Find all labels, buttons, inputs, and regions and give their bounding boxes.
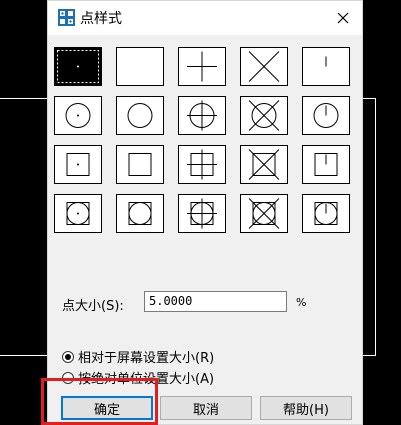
background-line <box>0 355 47 356</box>
point-style-circle-plus[interactable] <box>178 96 226 135</box>
point-size-unit: % <box>296 296 307 309</box>
point-style-dot[interactable] <box>54 47 102 86</box>
point-style-dialog: 点样式 点大小(S): 5.0000 % 相对于屏幕设置大小(R) 按绝对单位设… <box>47 0 363 425</box>
point-style-circle-square[interactable] <box>116 194 164 233</box>
point-style-square-plus[interactable] <box>178 145 226 184</box>
point-style-icon <box>187 100 217 131</box>
point-style-icon <box>128 202 152 225</box>
point-style-icon <box>314 202 338 225</box>
point-style-icon <box>187 198 217 229</box>
close-button[interactable] <box>330 5 356 31</box>
point-style-tick[interactable] <box>302 47 350 86</box>
point-style-none[interactable] <box>116 47 164 86</box>
point-style-icon <box>128 153 152 176</box>
point-style-circle-square-tick[interactable] <box>302 194 350 233</box>
point-style-icon <box>248 198 280 229</box>
radio-absolute-size-indicator[interactable] <box>62 371 74 384</box>
point-style-x[interactable] <box>240 47 288 86</box>
background-line <box>0 98 47 99</box>
point-style-circle-tick[interactable] <box>302 96 350 135</box>
point-style-circle-square-dot[interactable] <box>54 194 102 233</box>
point-style-icon <box>314 153 338 176</box>
point-style-circle-x[interactable] <box>240 96 288 135</box>
point-style-circle-square-x[interactable] <box>240 194 288 233</box>
point-style-icon <box>248 149 280 180</box>
point-style-icon <box>117 48 163 85</box>
point-size-input[interactable]: 5.0000 <box>144 291 287 312</box>
title-bar: 点样式 <box>48 1 362 35</box>
point-style-icon <box>248 100 280 131</box>
point-style-square-x[interactable] <box>240 145 288 184</box>
app-icon <box>58 9 75 26</box>
point-style-icon <box>187 149 217 180</box>
background-line <box>363 355 376 356</box>
point-style-square-tick[interactable] <box>302 145 350 184</box>
radio-absolute-size[interactable]: 按绝对单位设置大小(A) <box>62 368 214 387</box>
point-style-icon <box>66 153 90 176</box>
background-line <box>375 98 376 356</box>
point-style-icon <box>66 202 90 225</box>
close-icon <box>337 12 349 24</box>
radio-relative-size-indicator[interactable] <box>62 350 74 363</box>
point-style-square-dot[interactable] <box>54 145 102 184</box>
radio-relative-size[interactable]: 相对于屏幕设置大小(R) <box>62 347 214 366</box>
point-style-plus[interactable] <box>178 47 226 86</box>
point-style-circle-square-plus[interactable] <box>178 194 226 233</box>
cancel-button[interactable]: 取消 <box>160 396 252 420</box>
radio-absolute-size-label: 按绝对单位设置大小(A) <box>78 372 215 387</box>
point-style-square[interactable] <box>116 145 164 184</box>
point-style-circle[interactable] <box>116 96 164 135</box>
point-style-icon <box>313 103 339 128</box>
radio-relative-size-label: 相对于屏幕设置大小(R) <box>78 351 215 366</box>
point-size-label: 点大小(S): <box>62 299 124 314</box>
point-style-icon <box>187 51 217 82</box>
help-button[interactable]: 帮助(H) <box>260 396 352 420</box>
point-style-icon <box>65 103 91 128</box>
point-style-icon <box>248 51 280 82</box>
dialog-title: 点样式 <box>80 11 122 27</box>
point-style-icon <box>57 50 99 83</box>
point-style-circle-dot[interactable] <box>54 96 102 135</box>
point-style-icon <box>325 56 327 67</box>
ok-button[interactable]: 确定 <box>61 396 153 420</box>
point-style-icon <box>127 103 153 128</box>
